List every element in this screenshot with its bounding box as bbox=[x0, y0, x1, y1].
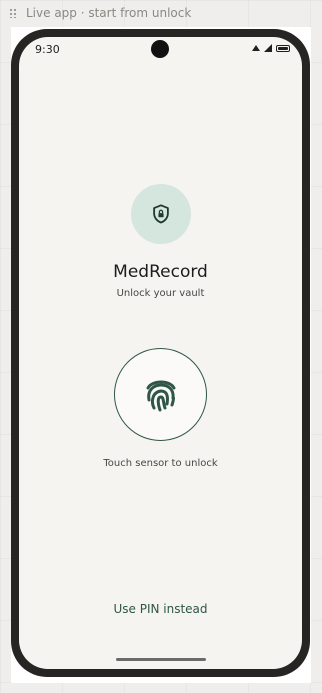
front-camera bbox=[151, 40, 169, 58]
battery-icon bbox=[276, 44, 290, 52]
shield-lock-icon bbox=[153, 204, 169, 224]
fingerprint-icon bbox=[146, 380, 175, 411]
touch-sensor-hint: Touch sensor to unlock bbox=[103, 458, 218, 469]
phone-screen: 9:30 MedRecord Unlock your vault Touch s… bbox=[19, 37, 302, 669]
app-title: MedRecord bbox=[113, 262, 208, 282]
phone-frame: 9:30 MedRecord Unlock your vault Touch s… bbox=[11, 29, 310, 677]
app-subtitle: Unlock your vault bbox=[116, 288, 205, 299]
window-caption: Live app · start from unlock bbox=[9, 4, 191, 22]
wifi-icon bbox=[252, 45, 260, 51]
home-indicator[interactable] bbox=[116, 658, 206, 661]
app-logo bbox=[131, 184, 191, 244]
fingerprint-sensor-button[interactable] bbox=[114, 348, 207, 441]
status-icons bbox=[252, 44, 290, 52]
status-time: 9:30 bbox=[35, 43, 60, 56]
signal-icon bbox=[264, 44, 272, 52]
drag-handle-icon[interactable] bbox=[9, 8, 17, 18]
use-pin-button[interactable]: Use PIN instead bbox=[89, 599, 232, 619]
status-bar: 9:30 bbox=[19, 37, 302, 63]
window-caption-text: Live app · start from unlock bbox=[26, 6, 192, 20]
